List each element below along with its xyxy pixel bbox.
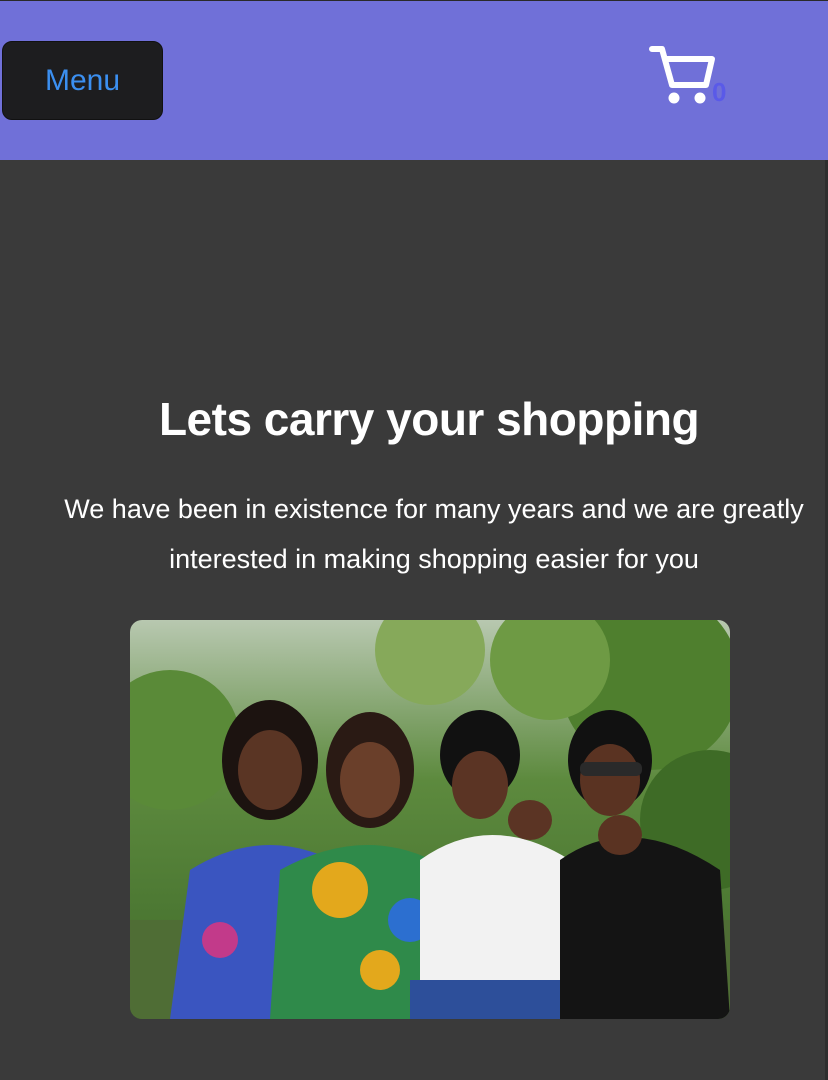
cart-count-badge: 0 [712,77,727,107]
hero-image [130,620,730,1019]
shopping-cart-icon [649,46,715,104]
top-navbar: Menu 0 [0,0,828,160]
cart-button[interactable]: 0 [648,41,748,121]
hero-description: We have been in existence for many years… [64,494,804,574]
hero-title: Lets carry your shopping [158,393,700,445]
menu-button[interactable]: Menu [2,41,163,120]
page: Menu 0 Lets carry your shopping We have … [0,0,828,1080]
